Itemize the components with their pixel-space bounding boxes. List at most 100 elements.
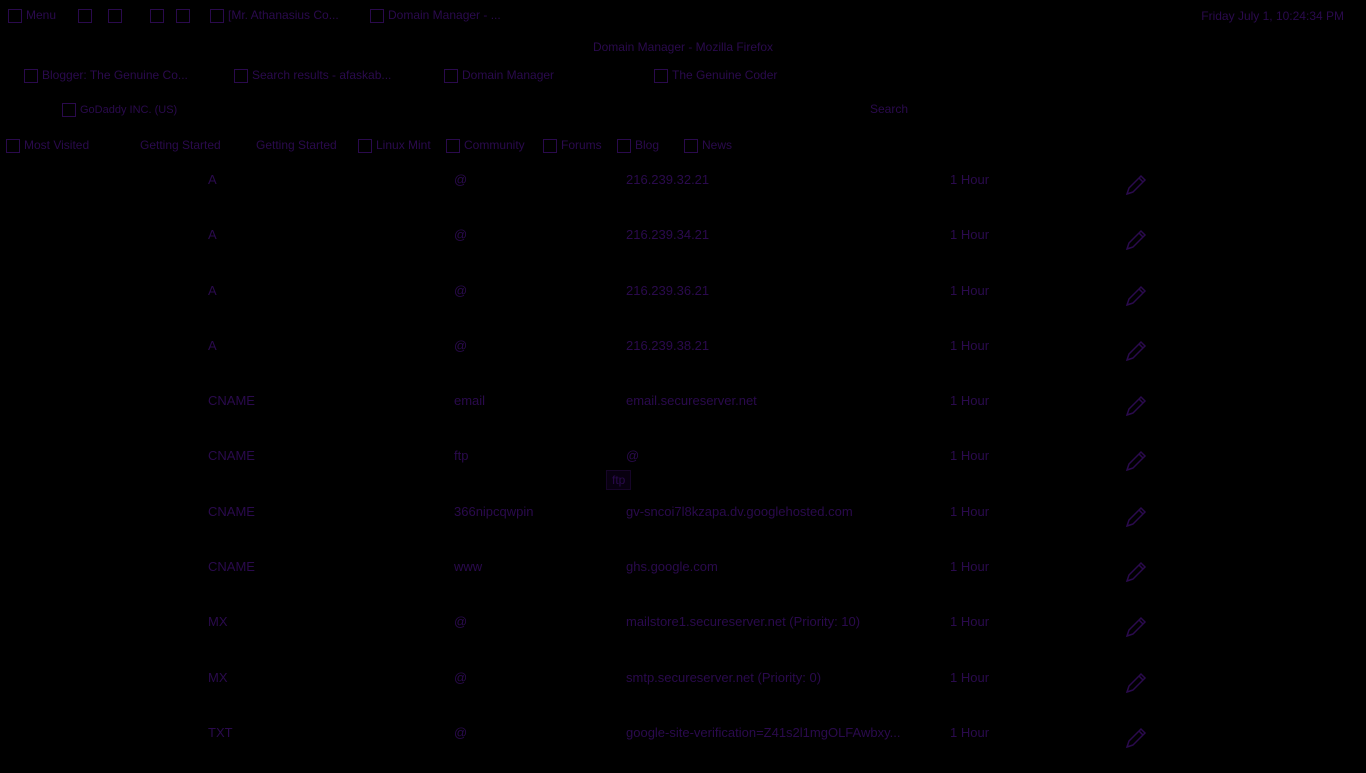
address-bar[interactable]: GoDaddy INC. (US) [62, 103, 177, 117]
record-ttl: 1 Hour [950, 337, 990, 353]
firefox-icon [150, 8, 164, 23]
firefox-launcher[interactable] [150, 8, 168, 23]
edit-pencil-icon[interactable] [1124, 339, 1148, 363]
table-row: CNAME www ghs.google.com 1 Hour [0, 552, 1366, 607]
menu-button[interactable]: Menu [8, 8, 56, 23]
tab-genuine-coder[interactable]: The Genuine Coder [654, 68, 777, 83]
table-row: MX @ smtp.secureserver.net (Priority: 0)… [0, 663, 1366, 718]
table-row: MX @ mailstore1.secureserver.net (Priori… [0, 607, 1366, 662]
record-points-to: smtp.secureserver.net (Priority: 0) [626, 669, 822, 685]
table-row: CNAME ftp @ 1 Hour [0, 441, 1366, 496]
forums-icon [543, 138, 557, 153]
lock-icon [62, 103, 76, 117]
record-host: ftp [454, 448, 469, 464]
tab-search-results[interactable]: Search results - afaskab... [234, 68, 391, 83]
record-points-to: ghs.google.com [626, 559, 718, 575]
bookmark-forums[interactable]: Forums [543, 138, 602, 153]
record-host: @ [454, 669, 468, 685]
desktop-icon [78, 8, 92, 23]
edit-pencil-icon[interactable] [1124, 726, 1148, 750]
bookmark-most-visited[interactable]: Most Visited [6, 138, 89, 153]
edit-pencil-icon[interactable] [1124, 615, 1148, 639]
table-row: TXT @ google-site-verification=Z41s2l1mg… [0, 718, 1366, 773]
record-host: @ [454, 172, 468, 187]
system-clock[interactable]: Friday July 1, 10:24:34 PM [1201, 9, 1344, 23]
edit-pencil-icon[interactable] [1124, 671, 1148, 695]
record-type: CNAME [208, 448, 255, 464]
terminal-launcher[interactable] [176, 8, 194, 23]
dns-records-table: A @ 216.239.32.21 1 Hour A @ 216.239.34.… [0, 165, 1366, 773]
navigation-bar: GoDaddy INC. (US) Search [0, 96, 1366, 126]
tab-blogger[interactable]: Blogger: The Genuine Co... [24, 68, 188, 83]
record-type: CNAME [208, 393, 255, 409]
community-icon [446, 138, 460, 153]
tooltip: ftp [606, 470, 632, 490]
record-points-to: @ [626, 448, 640, 464]
domain-icon [444, 68, 458, 83]
record-ttl: 1 Hour [950, 227, 990, 243]
system-taskbar: Menu [Mr. Athanasius Co... Domain Manage… [0, 0, 1366, 32]
table-row: A @ 216.239.34.21 1 Hour [0, 220, 1366, 275]
record-ttl: 1 Hour [950, 503, 990, 519]
file-manager-launcher[interactable] [108, 8, 126, 23]
search-results-icon [234, 68, 248, 83]
record-host: @ [454, 614, 468, 630]
record-ttl: 1 Hour [950, 282, 990, 298]
record-type: CNAME [208, 503, 255, 519]
bookmark-getting-started-2[interactable]: Getting Started [256, 138, 337, 152]
record-host: @ [454, 282, 468, 298]
record-type: CNAME [208, 559, 255, 575]
blogger-icon [24, 68, 38, 83]
record-type: A [208, 172, 217, 187]
record-host: 366nipcqwpin [454, 503, 534, 519]
table-row: CNAME 366nipcqwpin gv-sncoi7l8kzapa.dv.g… [0, 497, 1366, 552]
record-type: MX [208, 669, 228, 685]
record-host: email [454, 393, 486, 409]
terminal-icon [176, 8, 190, 23]
record-points-to: 216.239.34.21 [626, 227, 710, 243]
bookmark-community[interactable]: Community [446, 138, 525, 153]
menu-icon [8, 8, 22, 23]
table-row: A @ 216.239.36.21 1 Hour [0, 276, 1366, 331]
taskbar-window-2[interactable]: Domain Manager - ... [370, 8, 501, 23]
window-icon [210, 8, 224, 23]
record-type: A [208, 282, 217, 298]
edit-pencil-icon[interactable] [1124, 394, 1148, 418]
record-points-to: email.secureserver.net [626, 393, 757, 409]
table-row: CNAME email email.secureserver.net 1 Hou… [0, 386, 1366, 441]
browser-tab-strip: Blogger: The Genuine Co... Search result… [0, 62, 1366, 90]
record-points-to: gv-sncoi7l8kzapa.dv.googlehosted.com [626, 503, 853, 519]
bookmark-getting-started-1[interactable]: Getting Started [140, 138, 221, 152]
record-ttl: 1 Hour [950, 559, 990, 575]
folder-icon [108, 8, 122, 23]
edit-pencil-icon[interactable] [1124, 228, 1148, 252]
window-title: Domain Manager - Mozilla Firefox [592, 40, 774, 54]
record-ttl: 1 Hour [950, 614, 990, 630]
window-icon [370, 8, 384, 23]
edit-pencil-icon[interactable] [1124, 560, 1148, 584]
show-desktop-button[interactable] [78, 8, 96, 23]
edit-pencil-icon[interactable] [1124, 284, 1148, 308]
site-icon [654, 68, 668, 83]
bookmark-linux-mint[interactable]: Linux Mint [358, 138, 431, 153]
bookmark-news[interactable]: News [684, 138, 732, 153]
record-points-to: 216.239.32.21 [626, 172, 710, 187]
search-input[interactable]: Search [870, 102, 908, 116]
record-ttl: 1 Hour [950, 172, 990, 187]
edit-pencil-icon[interactable] [1124, 505, 1148, 529]
record-type: TXT [208, 724, 233, 740]
record-ttl: 1 Hour [950, 393, 990, 409]
record-points-to: mailstore1.secureserver.net (Priority: 1… [626, 614, 861, 630]
record-host: @ [454, 724, 468, 740]
record-type: A [208, 337, 217, 353]
mint-icon [358, 138, 372, 153]
bookmark-blog[interactable]: Blog [617, 138, 659, 153]
table-row: A @ 216.239.32.21 1 Hour [0, 165, 1366, 220]
tab-domain-manager[interactable]: Domain Manager [444, 68, 554, 83]
taskbar-window-1[interactable]: [Mr. Athanasius Co... [210, 8, 339, 23]
table-row: A @ 216.239.38.21 1 Hour [0, 331, 1366, 386]
record-type: MX [208, 614, 228, 630]
edit-pencil-icon[interactable] [1124, 449, 1148, 473]
folder-icon [6, 138, 20, 153]
edit-pencil-icon[interactable] [1124, 173, 1148, 197]
